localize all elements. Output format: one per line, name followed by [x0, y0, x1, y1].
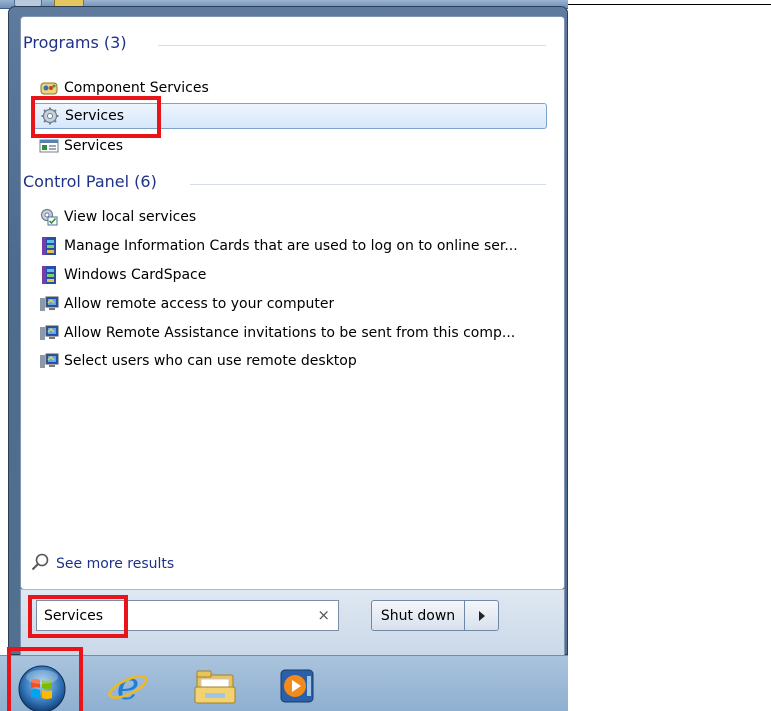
- cardspace-icon: [39, 265, 59, 285]
- shut-down-options-button[interactable]: [465, 600, 499, 631]
- result-label: Services: [64, 138, 124, 154]
- control-panel-heading-rule: [190, 184, 546, 185]
- result-label: Manage Information Cards that are used t…: [64, 238, 518, 254]
- services-console-icon: [39, 136, 59, 156]
- internet-explorer-icon[interactable]: e: [105, 664, 151, 708]
- clear-search-icon[interactable]: ×: [317, 606, 330, 624]
- programs-heading[interactable]: Programs (3): [23, 33, 127, 52]
- programs-heading-rule: [158, 45, 546, 46]
- arrow-right-icon: [478, 610, 485, 621]
- cardspace-icon: [39, 236, 59, 256]
- windows-explorer-icon[interactable]: [191, 665, 239, 707]
- search-icon: [30, 552, 50, 576]
- highlight-search-box: [28, 595, 128, 638]
- view-services-icon: [39, 207, 59, 227]
- result-label: View local services: [64, 209, 197, 225]
- result-view-local-services[interactable]: View local services: [33, 204, 547, 230]
- result-label: Allow Remote Assistance invitations to b…: [64, 325, 516, 341]
- result-label: Allow remote access to your computer: [64, 296, 335, 312]
- svg-text:e: e: [117, 665, 140, 707]
- remote-computer-icon: [39, 323, 59, 343]
- component-services-icon: [39, 78, 59, 98]
- shut-down-button[interactable]: Shut down: [371, 600, 465, 631]
- see-more-results-label: See more results: [56, 556, 175, 572]
- remote-computer-icon: [39, 294, 59, 314]
- see-more-results-link[interactable]: See more results: [30, 553, 174, 575]
- result-label: Select users who can use remote desktop: [64, 353, 357, 369]
- result-manage-information-cards[interactable]: Manage Information Cards that are used t…: [33, 233, 547, 259]
- result-allow-remote-assistance[interactable]: Allow Remote Assistance invitations to b…: [33, 320, 547, 346]
- media-player-icon[interactable]: [277, 666, 317, 706]
- remote-computer-icon: [39, 351, 59, 371]
- highlight-start-button: [7, 647, 83, 711]
- result-label: Component Services: [64, 80, 209, 96]
- control-panel-heading[interactable]: Control Panel (6): [23, 172, 157, 191]
- highlight-services-result: [31, 96, 161, 138]
- result-allow-remote-access[interactable]: Allow remote access to your computer: [33, 291, 547, 317]
- result-select-remote-users[interactable]: Select users who can use remote desktop: [33, 348, 547, 374]
- result-windows-cardspace[interactable]: Windows CardSpace: [33, 262, 547, 288]
- result-label: Windows CardSpace: [64, 267, 207, 283]
